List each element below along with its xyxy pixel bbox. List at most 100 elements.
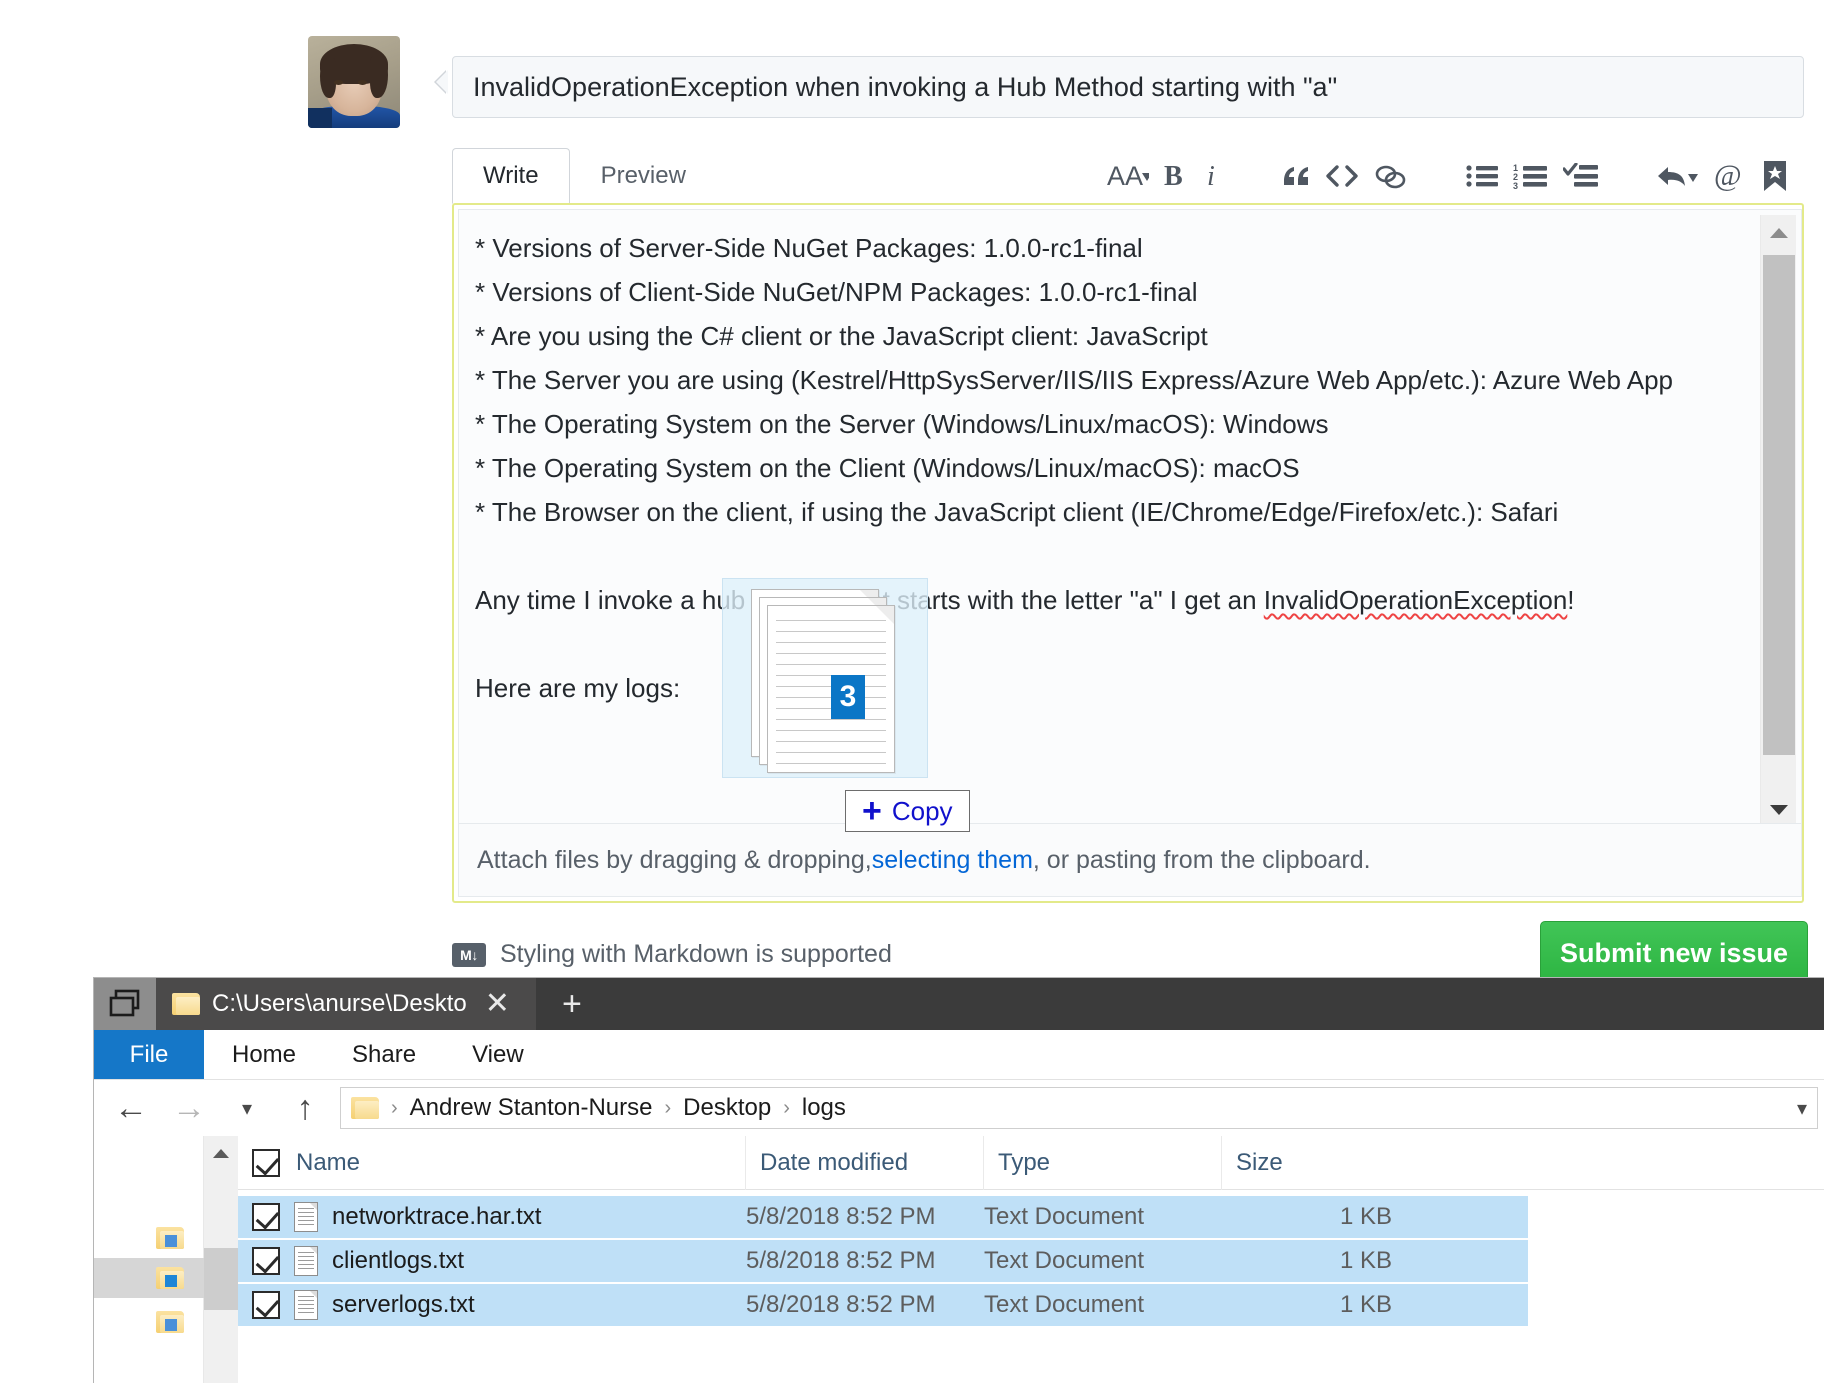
folder-icon — [156, 1311, 184, 1333]
folder-icon — [156, 1267, 184, 1289]
file-type: Text Document — [984, 1240, 1222, 1282]
pane-scrollbar[interactable] — [204, 1136, 238, 1383]
recent-locations-icon[interactable]: ▾ — [218, 1080, 276, 1136]
close-icon[interactable]: ✕ — [485, 989, 510, 1019]
row-checkbox[interactable] — [252, 1247, 280, 1275]
menu-file[interactable]: File — [94, 1030, 204, 1079]
tab-write[interactable]: Write — [452, 148, 570, 204]
ordered-list-icon[interactable]: 1 2 3 — [1506, 154, 1556, 198]
comment-caret-inner — [436, 70, 448, 94]
breadcrumb-item-user[interactable]: Andrew Stanton-Nurse — [410, 1094, 653, 1122]
file-size: 1 KB — [1222, 1284, 1402, 1326]
svg-text:B: B — [1164, 161, 1183, 191]
svg-text:@: @ — [1714, 159, 1742, 192]
column-header-name-label: Name — [296, 1149, 360, 1177]
attach-suffix: , or pasting from the clipboard. — [1033, 846, 1371, 875]
editor-paragraph: Any time I invoke a hub method that star… — [475, 578, 1753, 622]
italic-icon[interactable]: i — [1194, 154, 1232, 198]
unordered-list-icon[interactable] — [1458, 154, 1506, 198]
file-date: 5/8/2018 8:52 PM — [746, 1196, 984, 1238]
file-name-cell[interactable]: networktrace.har.txt — [238, 1196, 746, 1238]
column-header-date[interactable]: Date modified — [746, 1136, 984, 1190]
breadcrumb-item-desktop[interactable]: Desktop — [683, 1094, 771, 1122]
address-folder-icon — [351, 1097, 379, 1119]
bold-icon[interactable]: B — [1156, 154, 1194, 198]
breadcrumb-separator: › — [387, 1097, 402, 1120]
explorer-menubar: File Home Share View — [94, 1030, 1824, 1080]
new-tab-icon[interactable]: + — [536, 978, 608, 1030]
row-checkbox[interactable] — [252, 1203, 280, 1231]
markdown-supported-hint: M↓ Styling with Markdown is supported — [452, 940, 892, 969]
select-all-checkbox[interactable] — [252, 1149, 280, 1177]
table-row[interactable]: clientlogs.txt 5/8/2018 8:52 PM Text Doc… — [238, 1240, 1528, 1282]
file-name-cell[interactable]: clientlogs.txt — [238, 1240, 746, 1282]
scrollbar-thumb[interactable] — [204, 1248, 238, 1310]
explorer-titlebar[interactable]: C:\Users\anurse\Deskto ✕ + — [94, 978, 1824, 1030]
code-icon[interactable] — [1318, 154, 1366, 198]
quote-icon[interactable] — [1274, 154, 1318, 198]
column-header-size[interactable]: Size — [1222, 1136, 1402, 1190]
breadcrumb-item-logs[interactable]: logs — [802, 1094, 846, 1122]
scrollbar-thumb[interactable] — [1763, 255, 1795, 755]
attach-files-bar: Attach files by dragging & dropping, sel… — [458, 823, 1802, 897]
scroll-up-icon[interactable] — [204, 1136, 238, 1170]
comment-composer[interactable]: * Versions of Server-Side NuGet Packages… — [452, 203, 1804, 903]
scroll-up-icon[interactable] — [1761, 215, 1797, 251]
back-icon[interactable]: ← — [102, 1080, 160, 1136]
file-date: 5/8/2018 8:52 PM — [746, 1284, 984, 1326]
mention-icon[interactable]: @ — [1706, 154, 1754, 198]
tree-item-selected[interactable] — [94, 1258, 204, 1298]
tab-overview-icon[interactable] — [94, 978, 156, 1030]
issue-title-input[interactable]: InvalidOperationException when invoking … — [452, 56, 1804, 118]
markdown-hint-text: Styling with Markdown is supported — [500, 940, 892, 969]
address-bar[interactable]: › Andrew Stanton-Nurse › Desktop › logs … — [340, 1087, 1818, 1129]
file-size: 1 KB — [1222, 1240, 1402, 1282]
forward-icon[interactable]: → — [160, 1080, 218, 1136]
table-row[interactable]: networktrace.har.txt 5/8/2018 8:52 PM Te… — [238, 1196, 1528, 1238]
markdown-toolbar: AA B i — [1100, 148, 1796, 204]
menu-share[interactable]: Share — [324, 1030, 444, 1079]
tree-item[interactable] — [94, 1218, 204, 1258]
tree-item[interactable] — [94, 1302, 204, 1342]
reply-icon[interactable] — [1648, 154, 1706, 198]
text-file-icon — [294, 1246, 318, 1276]
tab-preview[interactable]: Preview — [570, 148, 717, 204]
table-row[interactable]: serverlogs.txt 5/8/2018 8:52 PM Text Doc… — [238, 1284, 1528, 1326]
avatar — [308, 36, 400, 128]
screen-root: InvalidOperationException when invoking … — [0, 0, 1824, 1383]
explorer-tab[interactable]: C:\Users\anurse\Deskto ✕ — [156, 978, 536, 1030]
editor-line: * Versions of Client-Side NuGet/NPM Pack… — [475, 270, 1753, 314]
file-name: serverlogs.txt — [332, 1291, 475, 1319]
file-list: Name Date modified Type Size networktrac… — [238, 1136, 1824, 1383]
task-list-icon[interactable] — [1556, 154, 1606, 198]
up-icon[interactable]: ↑ — [276, 1080, 334, 1136]
markdown-icon: M↓ — [452, 943, 486, 967]
svg-text:3: 3 — [1513, 181, 1518, 189]
breadcrumb-separator: › — [779, 1097, 794, 1120]
file-type: Text Document — [984, 1196, 1222, 1238]
editor-line: * The Operating System on the Client (Wi… — [475, 446, 1753, 490]
link-icon[interactable] — [1366, 154, 1416, 198]
file-name: networktrace.har.txt — [332, 1203, 541, 1231]
saved-replies-icon[interactable] — [1754, 154, 1796, 198]
editor-line: * Versions of Server-Side NuGet Packages… — [475, 226, 1753, 270]
comment-textarea[interactable]: * Versions of Server-Side NuGet Packages… — [458, 209, 1802, 824]
menu-home[interactable]: Home — [204, 1030, 324, 1079]
selecting-them-link[interactable]: selecting them — [872, 846, 1033, 875]
plus-icon: + — [862, 794, 882, 828]
heading-icon[interactable]: AA — [1100, 154, 1156, 198]
column-header-name[interactable]: Name — [238, 1136, 746, 1190]
editor-scrollbar[interactable] — [1760, 215, 1796, 828]
editor-line: * Are you using the C# client or the Jav… — [475, 314, 1753, 358]
editor-line: * The Server you are using (Kestrel/Http… — [475, 358, 1753, 402]
menu-view[interactable]: View — [444, 1030, 552, 1079]
row-checkbox[interactable] — [252, 1291, 280, 1319]
chevron-down-icon[interactable]: ▾ — [1797, 1096, 1807, 1121]
file-name-cell[interactable]: serverlogs.txt — [238, 1284, 746, 1326]
svg-text:AA: AA — [1107, 161, 1143, 191]
drag-ghost-files: 3 — [722, 578, 928, 778]
folder-icon — [156, 1227, 184, 1249]
column-header-type[interactable]: Type — [984, 1136, 1222, 1190]
explorer-tab-title: C:\Users\anurse\Deskto — [212, 990, 467, 1018]
submit-new-issue-button[interactable]: Submit new issue — [1540, 921, 1808, 985]
